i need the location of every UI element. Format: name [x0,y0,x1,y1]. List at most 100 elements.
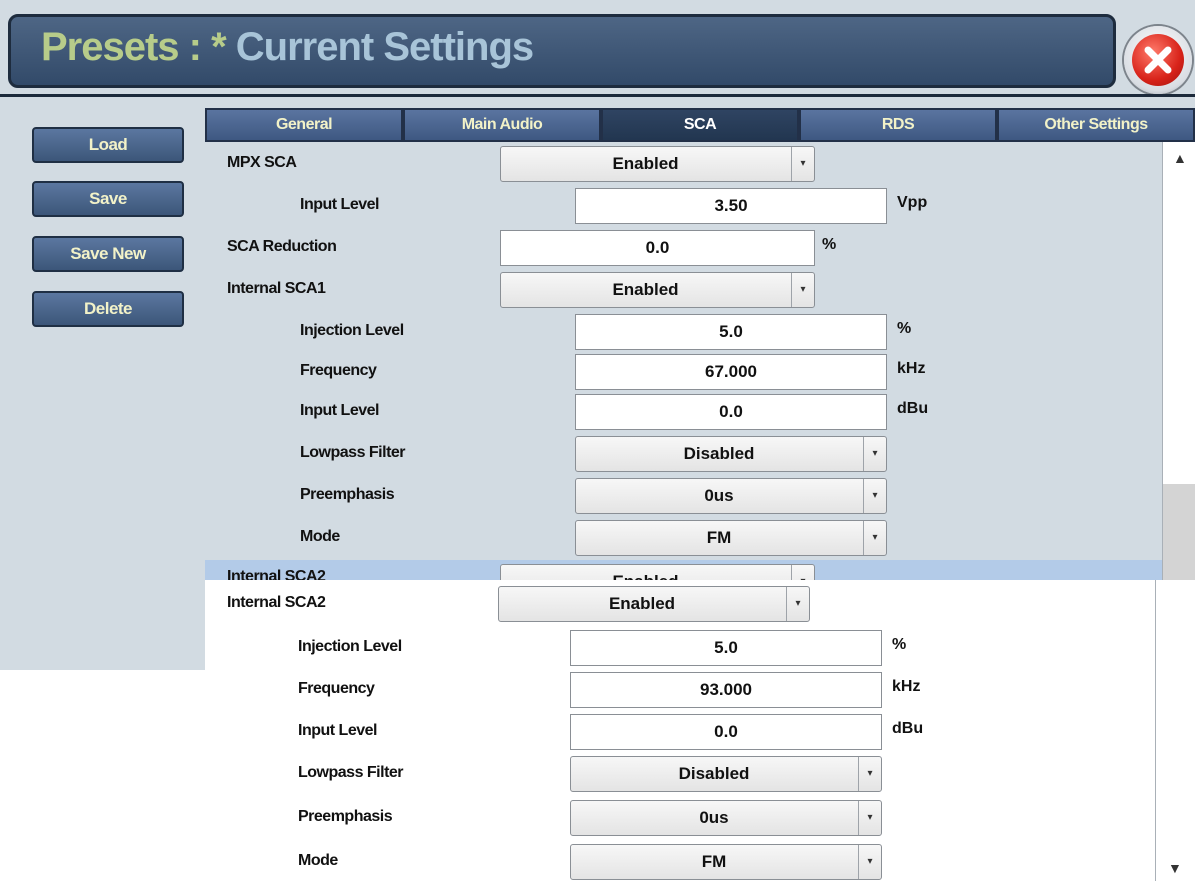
chevron-down-icon: ▾ [858,801,881,835]
title-bar: Presets : * Current Settings [8,14,1116,88]
sca2-frequency-field[interactable]: 93.000 [570,672,882,708]
internal-sca1-label: Internal SCA1 [227,280,326,297]
sca1-injection-label: Injection Level [300,322,404,339]
sca1-lowpass-dropdown[interactable]: Disabled ▾ [575,436,887,472]
sca2-injection-row: Injection Level 5.0 % [205,630,1162,670]
sca1-frequency-unit: kHz [897,360,926,377]
sca2-preemphasis-row: Preemphasis 0us ▾ [205,800,1162,840]
title-prefix: Presets : * [41,25,227,69]
sca2-frequency-label: Frequency [298,680,375,697]
sca1-preemphasis-label: Preemphasis [300,486,395,503]
sca2-preemphasis-label: Preemphasis [298,808,393,825]
sca-reduction-field[interactable]: 0.0 [500,230,815,266]
sca1-frequency-field[interactable]: 67.000 [575,354,887,390]
sca2-input-level-label: Input Level [298,722,377,739]
title-text: Current Settings [235,25,534,69]
sca2-mode-dropdown[interactable]: FM ▾ [570,844,882,880]
sca2-settings-panel: Internal SCA2 Enabled ▾ Injection Level … [205,580,1162,881]
scrollbar-thumb[interactable] [1163,484,1195,582]
delete-button[interactable]: Delete [32,291,184,327]
internal-sca2-row: Internal SCA2 Enabled ▾ [205,586,1162,626]
sca-reduction-label: SCA Reduction [227,238,337,255]
mpx-sca-dropdown[interactable]: Enabled ▾ [500,146,815,182]
sca2-mode-value: FM [701,852,727,871]
tab-general[interactable]: General [205,108,403,142]
tab-bar: General Main Audio SCA RDS Other Setting… [205,108,1195,142]
internal-sca1-row: Internal SCA1 Enabled ▾ [205,272,1162,312]
mpx-sca-label: MPX SCA [227,154,297,171]
sca1-lowpass-row: Lowpass Filter Disabled ▾ [205,436,1162,476]
sca2-lowpass-value: Disabled [678,764,750,783]
internal-sca1-value: Enabled [612,280,679,299]
internal-sca2-value: Enabled [608,594,676,613]
panel-scrollbar[interactable]: ▲ [1162,142,1195,582]
sca1-lowpass-value: Disabled [683,444,755,463]
sca1-input-level-label: Input Level [300,402,379,419]
load-button[interactable]: Load [32,127,184,163]
scroll-down-icon[interactable]: ▼ [1168,860,1182,876]
chevron-down-icon: ▾ [858,845,881,879]
sca2-frequency-unit: kHz [892,678,921,695]
panel-scrollbar-lower[interactable]: ▼ [1155,580,1195,881]
sca-settings-panel: MPX SCA Enabled ▾ Input Level 3.50 Vpp S… [205,142,1162,582]
sca1-frequency-label: Frequency [300,362,377,379]
close-icon [1132,34,1184,86]
mpx-input-level-label: Input Level [300,196,379,213]
sca1-input-level-field[interactable]: 0.0 [575,394,887,430]
chevron-down-icon: ▾ [863,521,886,555]
sca1-frequency-row: Frequency 67.000 kHz [205,354,1162,394]
mpx-input-level-unit: Vpp [897,194,928,211]
mpx-sca-value: Enabled [612,154,679,173]
sca2-lowpass-label: Lowpass Filter [298,764,404,781]
sca1-input-level-unit: dBu [897,400,929,417]
sca1-preemphasis-dropdown[interactable]: 0us ▾ [575,478,887,514]
internal-sca2-row-highlighted[interactable]: Internal SCA2 Enabled ▾ [205,560,1162,582]
sca1-preemphasis-value: 0us [704,486,734,505]
internal-sca1-dropdown[interactable]: Enabled ▾ [500,272,815,308]
tab-main-audio[interactable]: Main Audio [403,108,601,142]
sca2-input-level-unit: dBu [892,720,924,737]
sca2-mode-row: Mode FM ▾ [205,844,1162,881]
internal-sca2-label: Internal SCA2 [227,594,326,611]
sca1-mode-dropdown[interactable]: FM ▾ [575,520,887,556]
sca2-injection-unit: % [892,636,907,653]
mpx-input-level-field[interactable]: 3.50 [575,188,887,224]
sca2-input-level-row: Input Level 0.0 dBu [205,714,1162,754]
save-button[interactable]: Save [32,181,184,217]
sca2-lowpass-dropdown[interactable]: Disabled ▾ [570,756,882,792]
chevron-down-icon: ▾ [786,587,809,621]
mpx-sca-row: MPX SCA Enabled ▾ [205,146,1162,186]
sca1-injection-field[interactable]: 5.0 [575,314,887,350]
sca2-preemphasis-dropdown[interactable]: 0us ▾ [570,800,882,836]
tab-other-settings[interactable]: Other Settings [997,108,1195,142]
sca1-preemphasis-row: Preemphasis 0us ▾ [205,478,1162,518]
sca1-mode-label: Mode [300,528,340,545]
scroll-up-icon[interactable]: ▲ [1173,150,1187,166]
sca2-mode-label: Mode [298,852,338,869]
sca1-mode-row: Mode FM ▾ [205,520,1162,560]
chevron-down-icon: ▾ [863,437,886,471]
sca1-injection-unit: % [897,320,912,337]
sca2-input-level-field[interactable]: 0.0 [570,714,882,750]
tab-rds[interactable]: RDS [799,108,997,142]
sca2-injection-label: Injection Level [298,638,402,655]
internal-sca2-dropdown[interactable]: Enabled ▾ [498,586,810,622]
sca1-input-level-row: Input Level 0.0 dBu [205,394,1162,434]
chevron-down-icon: ▾ [863,479,886,513]
chevron-down-icon: ▾ [791,273,814,307]
close-button[interactable] [1124,26,1192,94]
sca1-lowpass-label: Lowpass Filter [300,444,406,461]
sca2-injection-field[interactable]: 5.0 [570,630,882,666]
mpx-input-level-row: Input Level 3.50 Vpp [205,188,1162,228]
sca1-injection-row: Injection Level 5.0 % [205,314,1162,354]
page-title: Presets : * Current Settings [41,25,534,70]
sca-reduction-row: SCA Reduction 0.0 % [205,230,1162,270]
sca2-preemphasis-value: 0us [699,808,729,827]
sca2-lowpass-row: Lowpass Filter Disabled ▾ [205,756,1162,796]
sca-reduction-unit: % [822,236,837,253]
chevron-down-icon: ▾ [858,757,881,791]
tab-sca[interactable]: SCA [601,108,799,142]
sca2-frequency-row: Frequency 93.000 kHz [205,672,1162,712]
save-new-button[interactable]: Save New [32,236,184,272]
header-divider [0,94,1195,97]
